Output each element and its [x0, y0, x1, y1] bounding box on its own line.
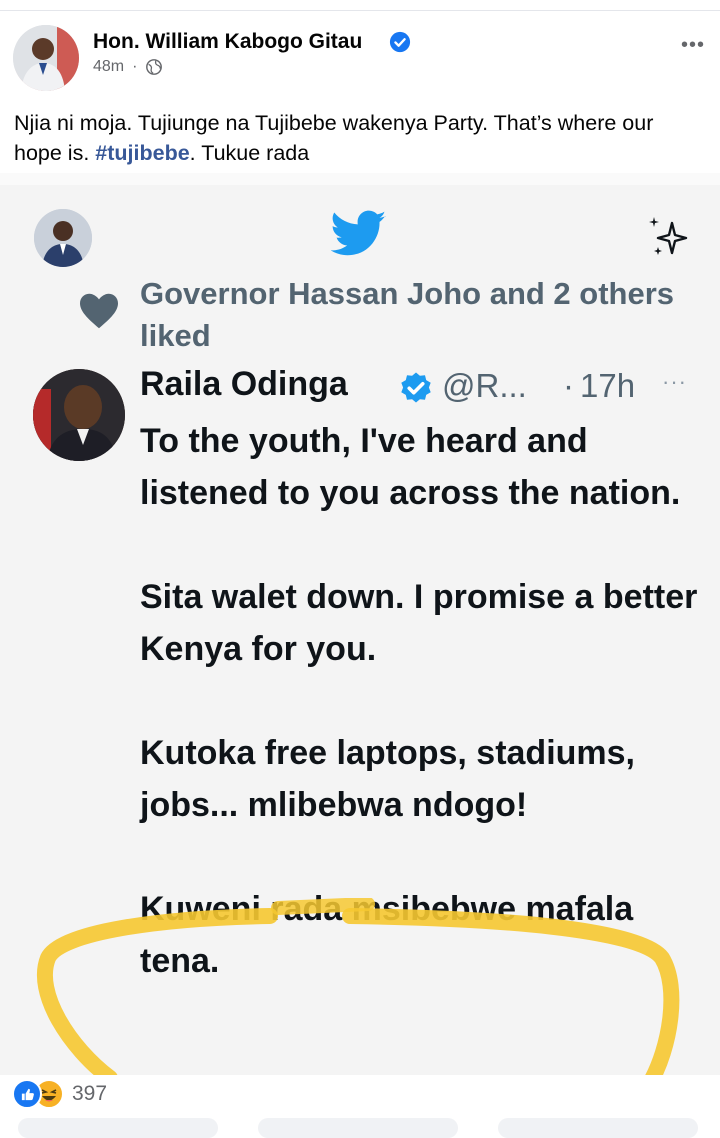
- tweet-handle: @R...: [442, 367, 527, 404]
- globe-icon: [146, 59, 163, 75]
- tweet-paragraph: Kutoka free laptops, stadiums, jobs... m…: [140, 734, 635, 824]
- verified-badge-icon: [389, 31, 411, 53]
- author-avatar[interactable]: [13, 25, 79, 91]
- comment-button[interactable]: [258, 1118, 458, 1138]
- post-text-end: . Tukue rada: [189, 141, 310, 165]
- reactions-summary[interactable]: 397: [12, 1079, 107, 1109]
- profile-avatar: [34, 209, 92, 267]
- tweet-time: 17h: [580, 367, 636, 404]
- top-bar: [0, 0, 720, 11]
- tweet-author-avatar-image: [33, 369, 125, 461]
- tweet-paragraph: Sita walet down. I promise a better Keny…: [140, 578, 698, 668]
- post-text: Njia ni moja. Tujiunge na Tujibebe waken…: [14, 108, 704, 168]
- tweet-screenshot-image[interactable]: Governor Hassan Joho and 2 others liked …: [0, 173, 720, 1075]
- tweet-more-icon: ···: [662, 369, 687, 394]
- twitter-bird-icon: [331, 210, 387, 256]
- meta-separator: ·: [132, 58, 138, 75]
- highlight-circle-annotation: [36, 898, 680, 1075]
- screenshot-top-edge: [0, 173, 720, 185]
- liked-heart-icon: [80, 293, 118, 329]
- tweet-verified-icon: [401, 372, 431, 403]
- share-button[interactable]: [498, 1118, 698, 1138]
- post-meta: 48m ·: [93, 58, 163, 76]
- post-more-options-button[interactable]: •••: [676, 33, 710, 57]
- tweet-author-avatar: [33, 369, 125, 461]
- author-avatar-image: [13, 25, 79, 91]
- tweet-separator: ·: [563, 367, 574, 404]
- like-button[interactable]: [18, 1118, 218, 1138]
- action-buttons-row: [0, 1112, 720, 1138]
- social-context-text: Governor Hassan Joho and 2 others liked: [140, 276, 675, 353]
- hashtag-link[interactable]: #tujibebe: [95, 141, 189, 165]
- tweet-author-name: Raila Odinga: [140, 365, 348, 403]
- thumbs-up-icon: [21, 1088, 34, 1100]
- like-reaction-icon: [12, 1079, 42, 1109]
- tweet-paragraph: To the youth, I've heard and listened to…: [140, 422, 681, 512]
- sparkle-icon: [649, 217, 688, 255]
- profile-avatar-image: [34, 209, 92, 267]
- post-time[interactable]: 48m: [93, 58, 124, 76]
- reaction-count: 397: [72, 1082, 108, 1105]
- author-name[interactable]: Hon. William Kabogo Gitau: [93, 30, 362, 54]
